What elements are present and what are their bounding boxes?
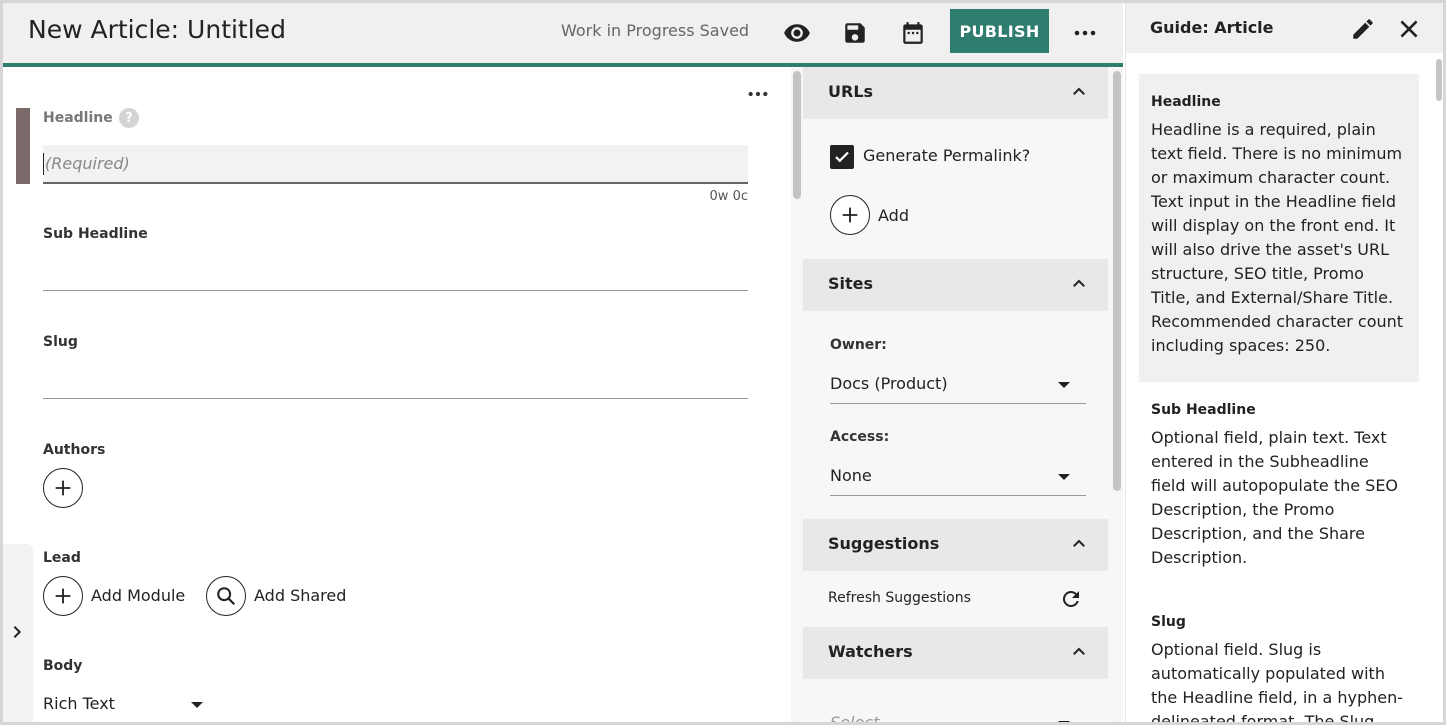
- suggestions-section-header[interactable]: Suggestions: [803, 519, 1108, 571]
- editor-more-icon[interactable]: [743, 79, 773, 109]
- editor-scroll-thumb[interactable]: [793, 71, 801, 199]
- guide-entry-heading: Slug: [1151, 614, 1186, 630]
- chevron-up-icon: [1073, 647, 1085, 655]
- guide-entry-slug: Slug Optional field. Slug is automatical…: [1139, 614, 1419, 725]
- headline-label: Headline: [43, 110, 113, 126]
- save-icon[interactable]: [837, 15, 873, 51]
- plus-icon: [55, 480, 71, 496]
- more-options-icon[interactable]: [1067, 15, 1103, 51]
- headline-input[interactable]: (Required): [43, 145, 748, 184]
- preview-eye-icon[interactable]: [779, 15, 815, 51]
- generate-permalink-checkbox[interactable]: [830, 145, 854, 169]
- calendar-icon[interactable]: [895, 15, 931, 51]
- search-icon: [217, 587, 236, 606]
- access-select[interactable]: None: [830, 456, 1086, 496]
- add-url-button[interactable]: [830, 195, 870, 235]
- watchers-select[interactable]: Select: [830, 703, 1086, 725]
- access-label: Access:: [830, 429, 890, 445]
- guide-entry-heading: Headline: [1151, 94, 1221, 110]
- pencil-icon[interactable]: [1350, 16, 1376, 42]
- field-focus-indicator: [16, 108, 30, 184]
- article-editor: Headline ? (Required) 0w 0c Sub Headline…: [3, 67, 791, 722]
- urls-title: URLs: [828, 82, 874, 101]
- guide-title: Guide: Article: [1150, 18, 1274, 37]
- guide-entry-text: Optional field, plain text. Text entered…: [1151, 428, 1399, 567]
- top-toolbar: New Article: Untitled Work in Progress S…: [3, 3, 1123, 63]
- chevron-right-icon: [13, 625, 22, 639]
- close-icon[interactable]: [1396, 16, 1422, 42]
- slug-label: Slug: [43, 334, 78, 350]
- sub-headline-input[interactable]: [43, 251, 748, 291]
- chevron-up-icon: [1073, 279, 1085, 287]
- save-status: Work in Progress Saved: [561, 21, 750, 40]
- checkmark-icon: [835, 151, 849, 163]
- owner-value: Docs (Product): [830, 374, 948, 393]
- guide-panel: Guide: Article Headline Headline is a re…: [1125, 3, 1443, 725]
- app-window: New Article: Untitled Work in Progress S…: [0, 0, 1446, 725]
- lead-label: Lead: [43, 550, 81, 566]
- panel-scroll-thumb[interactable]: [1113, 71, 1121, 491]
- add-module-button[interactable]: [43, 576, 83, 616]
- headline-word-count: 0w 0c: [709, 189, 748, 204]
- add-url-label[interactable]: Add: [878, 206, 909, 225]
- add-shared-button[interactable]: [206, 576, 246, 616]
- editor-scrollbar[interactable]: [791, 67, 803, 722]
- settings-panel: URLs Generate Permalink? Add Sites Owner…: [803, 67, 1111, 725]
- add-author-button[interactable]: [43, 468, 83, 508]
- add-module-label[interactable]: Add Module: [91, 586, 185, 605]
- text-cursor: [43, 153, 44, 175]
- left-drawer-toggle[interactable]: [3, 544, 33, 722]
- chevron-down-icon: [1058, 474, 1070, 480]
- refresh-icon[interactable]: [1059, 587, 1083, 611]
- panel-scrollbar[interactable]: [1111, 67, 1123, 722]
- guide-entry-sub-headline: Sub Headline Optional field, plain text.…: [1139, 402, 1419, 570]
- guide-entry-heading: Sub Headline: [1151, 402, 1256, 418]
- publish-button[interactable]: PUBLISH: [950, 9, 1049, 53]
- plus-icon: [842, 207, 858, 223]
- guide-scroll-thumb[interactable]: [1436, 59, 1442, 101]
- body-label: Body: [43, 658, 83, 674]
- watchers-title: Watchers: [828, 642, 913, 661]
- urls-section-header[interactable]: URLs: [803, 67, 1108, 119]
- suggestions-title: Suggestions: [828, 534, 940, 553]
- sites-section-header[interactable]: Sites: [803, 259, 1108, 311]
- refresh-suggestions-label[interactable]: Refresh Suggestions: [828, 590, 971, 606]
- watchers-placeholder: Select: [830, 713, 880, 725]
- guide-entry-text: Headline is a required, plain text field…: [1151, 120, 1404, 355]
- chevron-up-icon: [1073, 539, 1085, 547]
- chevron-up-icon: [1073, 87, 1085, 95]
- authors-label: Authors: [43, 442, 106, 458]
- help-icon[interactable]: ?: [119, 108, 139, 128]
- page-title: New Article: Untitled: [28, 15, 286, 44]
- add-shared-label[interactable]: Add Shared: [254, 586, 346, 605]
- plus-icon: [55, 588, 71, 604]
- chevron-down-icon: [1058, 382, 1070, 388]
- generate-permalink-label[interactable]: Generate Permalink?: [863, 146, 1030, 165]
- guide-entry-text: Optional field. Slug is automatically po…: [1151, 640, 1404, 725]
- owner-label: Owner:: [830, 337, 887, 353]
- guide-entry-headline: Headline Headline is a required, plain t…: [1139, 74, 1419, 382]
- chevron-down-icon: [1058, 721, 1070, 722]
- chevron-down-icon: [191, 702, 203, 708]
- slug-input[interactable]: [43, 359, 748, 399]
- body-type-select[interactable]: Rich Text: [43, 684, 219, 722]
- sub-headline-label: Sub Headline: [43, 226, 148, 242]
- body-type-value: Rich Text: [43, 694, 115, 713]
- sites-title: Sites: [828, 274, 874, 293]
- access-value: None: [830, 466, 872, 485]
- guide-header: Guide: Article: [1126, 3, 1443, 53]
- watchers-section-header[interactable]: Watchers: [803, 627, 1108, 679]
- owner-select[interactable]: Docs (Product): [830, 364, 1086, 404]
